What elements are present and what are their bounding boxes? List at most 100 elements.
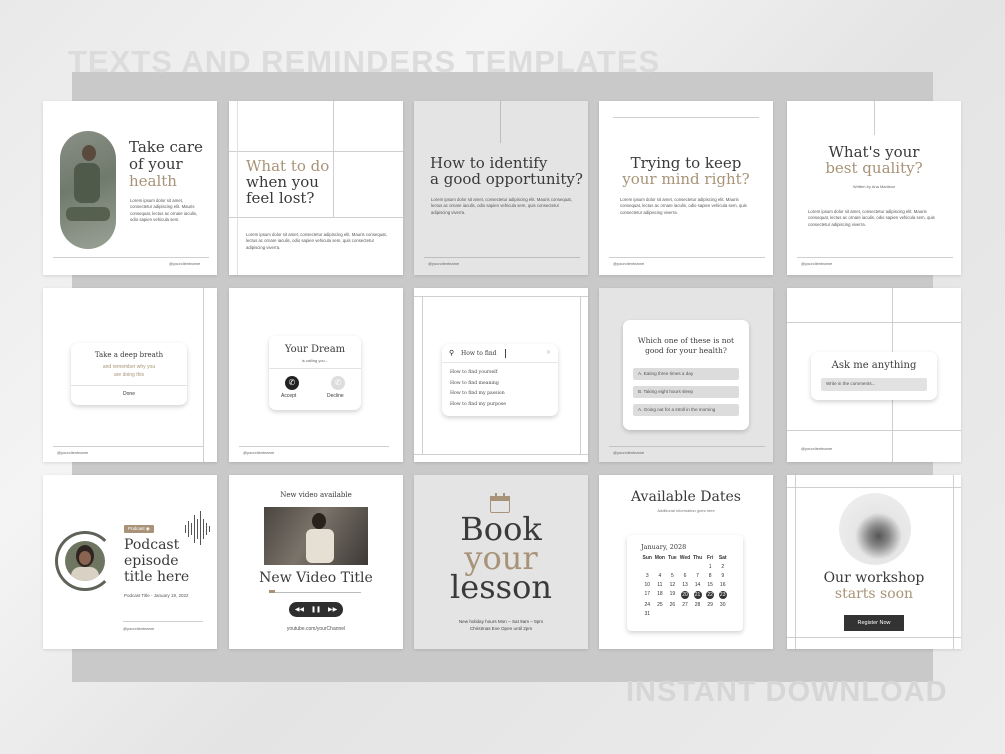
calendar-day[interactable]: 26 [666,602,679,608]
card-workshop: Our workshop starts soon Register Now [787,475,961,649]
calendar-day[interactable]: 31 [641,611,654,617]
pause-icon[interactable]: ❚❚ [311,606,321,613]
call-popup: Your Dream is calling you... ✆ Accept ✆ … [269,336,361,410]
video-thumbnail[interactable] [264,507,368,565]
mic-icon: ◉ [145,526,150,531]
calendar-day[interactable]: 6 [679,573,692,579]
calendar-day[interactable]: 28 [691,602,704,608]
calendar-day[interactable]: 15 [704,582,717,588]
calendar-day[interactable]: 24 [641,602,654,608]
calendar-day[interactable]: 25 [654,602,667,608]
handle: @yourclientname [801,261,833,266]
accept-label[interactable]: Accept [281,393,296,399]
calendar-day[interactable]: 30 [716,602,729,608]
calendar-day[interactable]: 23 [716,591,729,599]
card-book-lesson: Book your lesson New holiday hours Mon –… [414,475,588,649]
calendar-day[interactable]: 13 [679,582,692,588]
calendar-day[interactable]: 8 [704,573,717,579]
quiz-option[interactable]: B. Taking eight hours sleep [633,386,739,398]
done-button[interactable]: Done [71,391,187,397]
search-result[interactable]: How to find my purpose [450,400,506,411]
search-input[interactable]: How to find [461,350,497,357]
video-top: New video available [280,491,352,499]
channel-url[interactable]: youtube.com/yourChannel [229,626,403,632]
card-podcast: Podcast ◉ Podcast episode title here Pod… [43,475,217,649]
breath-popup: Take a deep breath and remember why you … [71,343,187,405]
title-line: of your [129,155,183,173]
quiz-option[interactable]: A. Going out for a stroll in the morning [633,404,739,416]
card-new-video: New video available New Video Title ◀◀ ❚… [229,475,403,649]
calendar-day[interactable]: 16 [716,582,729,588]
podcast-badge: Podcast [128,526,145,531]
search-result[interactable]: How to find meaning [450,379,506,390]
body-text: Lorem ipsum dolor sit amet, consectetur … [246,232,387,250]
quiz-option[interactable]: A. Eating three times a day [633,368,739,380]
quiz-popup: Which one of these is not good for your … [623,320,749,430]
search-result[interactable]: How to find yourself [450,368,506,379]
card-your-dream: Your Dream is calling you... ✆ Accept ✆ … [229,288,403,462]
calendar-day[interactable]: 17 [641,591,654,599]
title-line: Take care [129,138,203,156]
calendar-day[interactable]: 5 [666,573,679,579]
handle: @yourclientname [613,450,645,455]
byline: Written by Ana Madison [852,184,896,189]
calendar-day[interactable]: 22 [704,591,717,599]
title-line: when you [246,173,319,191]
quiz-question: good for your health? [645,346,727,355]
workshop-title: Our workshop [823,570,925,586]
body-text: Lorem ipsum dolor sit amet, consectetur … [620,197,747,215]
calendar-day[interactable]: 12 [666,582,679,588]
calendar-day[interactable]: 11 [654,582,667,588]
calendar-day[interactable]: 27 [679,602,692,608]
calendar-day[interactable]: 3 [641,573,654,579]
calendar-day[interactable]: 21 [691,591,704,599]
calendar-day[interactable]: 4 [654,573,667,579]
search-result[interactable]: How to find my passion [450,389,506,400]
calendar-day[interactable]: 2 [716,564,729,570]
forward-icon[interactable]: ▶▶ [328,606,337,613]
card-feel-lost: What to do when you feel lost? Lorem ips… [229,101,403,275]
ask-popup: Ask me anything Write in the comments... [811,352,937,400]
handle: @yourclientname [123,626,155,631]
podcast-meta: Podcast Title - January 19, 2022 [124,593,189,598]
weekday-label: Mon [654,555,665,561]
card-opportunity: How to identify a good opportunity? Lore… [414,101,588,275]
phone-accept-icon[interactable]: ✆ [285,376,299,390]
calendar-day[interactable]: 14 [691,582,704,588]
hours-line: Christmas Eve Open until 2pm [469,626,533,631]
highlighted-day[interactable]: 23 [718,591,727,599]
card-deep-breath: Take a deep breath and remember why you … [43,288,217,462]
quiz-question: Which one of these is not [637,336,735,345]
calendar-grid: Sun Mon Tue Wed Thu Fri Sat 1 2 3 4 5 6 7 8 9 10 11 12 13 14… [641,555,729,617]
calendar-day[interactable]: 19 [666,591,679,599]
highlighted-day[interactable]: 20 [680,591,689,599]
phone-decline-icon[interactable]: ✆ [331,376,345,390]
title-line: feel lost? [246,189,315,207]
title-line: How to identify [430,154,548,172]
calendar-day[interactable]: 7 [691,573,704,579]
highlighted-day[interactable]: 22 [706,591,715,599]
popup-title: Ask me anything [831,360,917,371]
popup-title: Your Dream [284,344,346,355]
card-ask-me: Ask me anything Write in the comments...… [787,288,961,462]
calendar-day[interactable]: 29 [704,602,717,608]
woman-photo [60,131,116,249]
body-text: Lorem ipsum dolor sit amet, consectetur … [431,197,572,215]
calendar-day[interactable]: 10 [641,582,654,588]
calendar-day[interactable]: 18 [654,591,667,599]
decline-label[interactable]: Decline [327,393,344,399]
header-title: TEXTS AND REMINDERS TEMPLATES [68,44,661,79]
register-button[interactable]: Register Now [844,615,904,631]
close-icon[interactable]: × [546,349,551,356]
calendar-day[interactable]: 20 [679,591,692,599]
title-accent: health [129,172,177,190]
title-accent: best quality? [825,159,923,177]
rewind-icon[interactable]: ◀◀ [295,606,304,613]
weekday-label: Fri [706,555,714,561]
calendar-day[interactable]: 1 [704,564,717,570]
calendar-day[interactable]: 9 [716,573,729,579]
comment-input[interactable]: Write in the comments... [821,378,927,391]
media-controls: ◀◀ ❚❚ ▶▶ [289,602,343,617]
footer-title: INSTANT DOWNLOAD [626,676,948,708]
highlighted-day[interactable]: 21 [693,591,702,599]
